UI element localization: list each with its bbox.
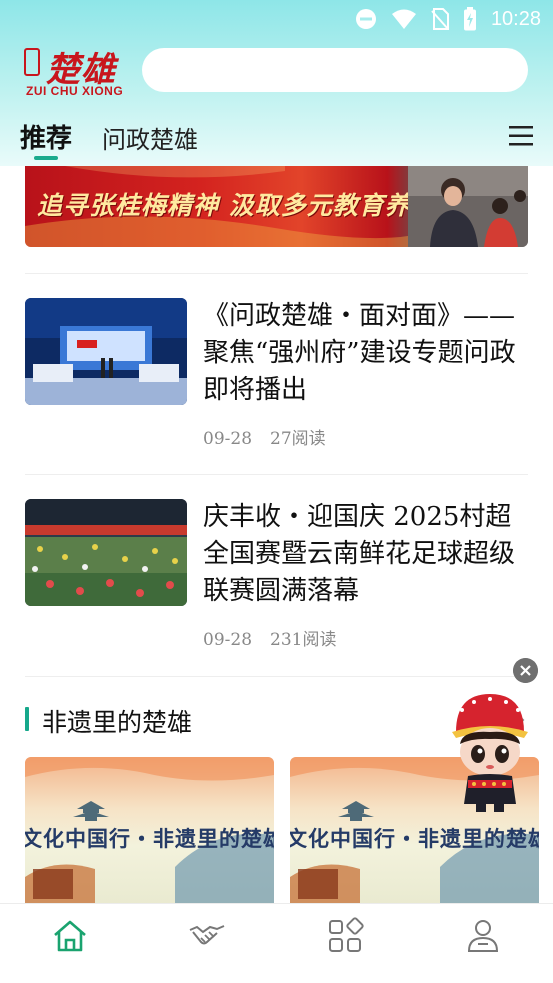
active-tab-indicator: [34, 156, 58, 160]
home-icon[interactable]: [50, 916, 90, 956]
news-date: 09-28: [203, 630, 253, 650]
news-title: 庆丰收・迎国庆 2025村超全国赛暨云南鲜花足球超级联赛圆满落幕: [203, 502, 516, 606]
do-not-disturb-icon: [355, 9, 376, 29]
section-accent-bar: [25, 707, 29, 731]
card-title: 文化中国行・非遗里的楚雄: [25, 826, 274, 851]
floating-mascot[interactable]: [438, 692, 542, 814]
heritage-card[interactable]: 文化中国行・非遗里的楚雄: [25, 757, 274, 905]
banner-photo: [408, 166, 528, 247]
news-thumbnail: [25, 499, 187, 606]
profile-icon[interactable]: [463, 916, 503, 956]
news-meta: 09-28 27阅读: [203, 424, 326, 449]
logo-subtitle: ZUI CHU XIONG: [26, 84, 124, 98]
news-reads: 27阅读: [270, 429, 326, 449]
handshake-icon[interactable]: [187, 916, 227, 956]
banner-text: 追寻张桂梅精神 汲取多元教育养分: [37, 191, 437, 220]
card-title: 文化中国行・非遗里的楚雄: [290, 826, 539, 851]
app-screen: 10:28 楚雄 ZUI CHU XIONG 推荐 问政楚雄 追寻张桂梅精神 汲…: [0, 0, 553, 983]
news-reads: 231阅读: [270, 630, 337, 650]
close-icon[interactable]: [513, 658, 538, 683]
news-date: 09-28: [203, 429, 253, 449]
logo-seal: [24, 48, 40, 76]
news-item[interactable]: 庆丰收・迎国庆 2025村超全国赛暨云南鲜花足球超级联赛圆满落幕 09-28 23…: [0, 475, 553, 675]
tab-recommend[interactable]: 推荐: [20, 118, 72, 155]
news-item[interactable]: 《问政楚雄・面对面》——聚焦“强州府”建设专题问政即将播出 09-28 27阅读: [0, 274, 553, 474]
bottom-navigation: [0, 903, 553, 983]
status-bar: 10:28: [0, 0, 553, 38]
status-icons: 10:28: [355, 6, 541, 32]
divider: [25, 676, 528, 677]
news-title: 《问政楚雄・面对面》——聚焦“强州府”建设专题问政即将播出: [203, 301, 516, 405]
promo-banner[interactable]: 追寻张桂梅精神 汲取多元教育养分: [25, 166, 528, 247]
menu-icon[interactable]: [507, 122, 535, 150]
news-meta: 09-28 231阅读: [203, 625, 336, 650]
tab-wenzheng-chuxiong[interactable]: 问政楚雄: [102, 120, 198, 155]
battery-charging-icon: [463, 7, 476, 31]
section-title: 非遗里的楚雄: [42, 708, 193, 737]
no-sim-icon: [431, 8, 449, 30]
news-thumbnail: [25, 298, 187, 405]
search-input[interactable]: [142, 48, 528, 92]
wifi-icon: [391, 9, 416, 29]
apps-icon[interactable]: [325, 916, 365, 956]
channel-tabs: 推荐 问政楚雄: [0, 112, 553, 166]
app-logo[interactable]: 楚雄 ZUI CHU XIONG: [22, 44, 132, 100]
status-time: 10:28: [490, 7, 541, 30]
